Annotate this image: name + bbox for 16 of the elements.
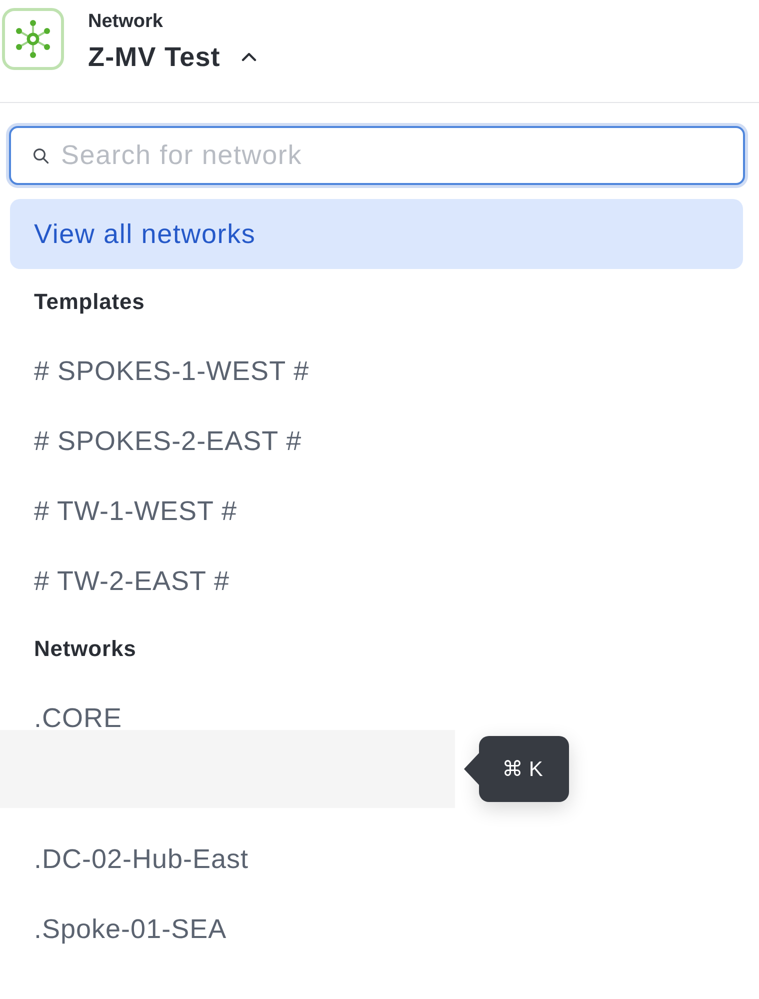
network-list-item[interactable]: .DC-02-Hub-East xyxy=(34,846,249,872)
network-list-item[interactable]: .CORE xyxy=(34,704,122,732)
header-label: Network xyxy=(88,11,163,33)
network-list-item[interactable]: # SPOKES-2-EAST # xyxy=(34,428,302,454)
network-hub-icon xyxy=(2,8,64,70)
view-all-networks-item[interactable]: View all networks xyxy=(10,199,743,269)
search-field[interactable]: Search for network xyxy=(9,126,745,185)
section-heading: Networks xyxy=(34,637,136,662)
section-heading: Templates xyxy=(34,290,145,315)
network-list-item[interactable]: # TW-1-WEST # xyxy=(34,498,238,524)
network-list-item[interactable]: # TW-2-EAST # xyxy=(34,568,230,594)
network-list-item[interactable]: .Spoke-01-SEA xyxy=(34,916,227,942)
shortcut-tooltip: ⌘ K xyxy=(464,736,569,802)
network-list-item[interactable]: # SPOKES-1-WEST # xyxy=(34,358,310,384)
search-icon xyxy=(33,148,49,164)
network-dropdown-button[interactable]: Z-MV Test xyxy=(88,41,258,73)
